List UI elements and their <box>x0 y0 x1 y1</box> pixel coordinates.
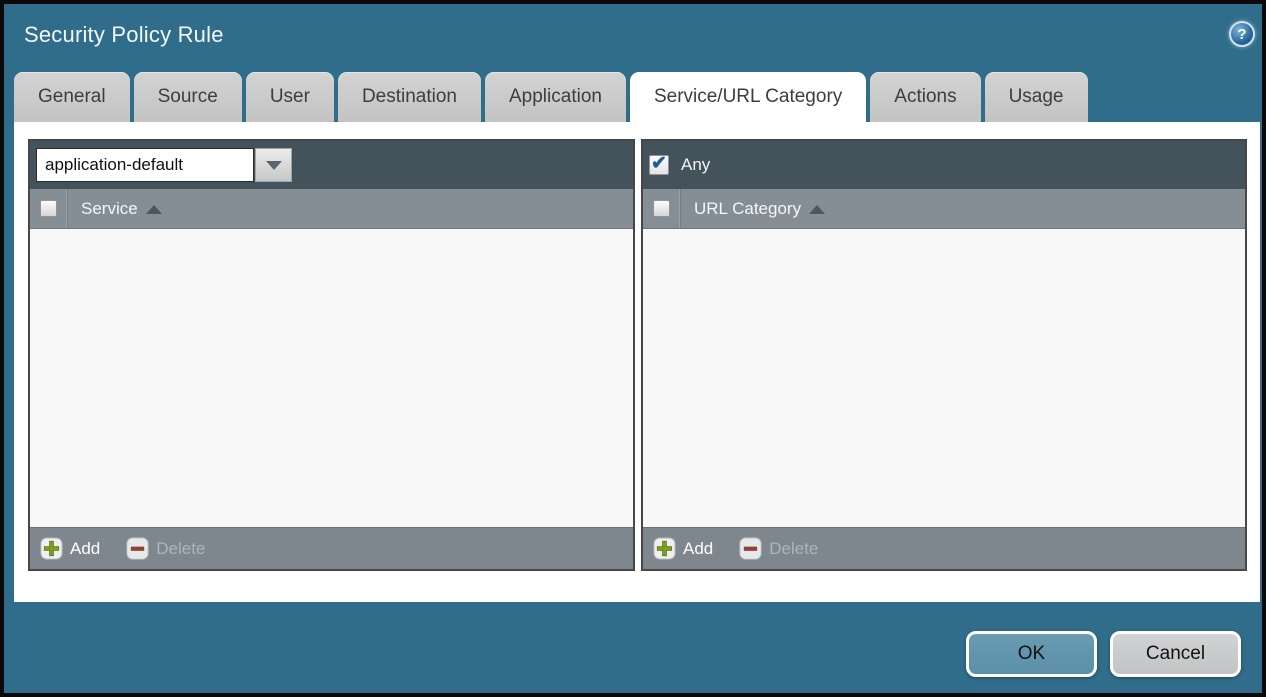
service-type-dropdown-button[interactable] <box>255 148 292 182</box>
chevron-down-icon <box>266 161 282 170</box>
tab-service-url-category[interactable]: Service/URL Category <box>630 72 866 122</box>
minus-icon <box>126 537 149 560</box>
sort-ascending-icon <box>146 205 162 214</box>
url-category-column-header[interactable]: URL Category <box>694 199 825 219</box>
service-type-input[interactable]: application-default <box>36 148 254 182</box>
tab-bar: General Source User Destination Applicat… <box>14 72 1088 122</box>
url-category-footer: Add Delete <box>643 527 1245 569</box>
tab-source[interactable]: Source <box>134 72 242 122</box>
url-category-delete-button[interactable]: Delete <box>739 537 818 560</box>
url-category-add-label: Add <box>683 539 713 559</box>
service-add-label: Add <box>70 539 100 559</box>
any-checkbox[interactable]: ✔ <box>649 155 669 175</box>
cancel-button[interactable]: Cancel <box>1110 631 1241 677</box>
service-delete-label: Delete <box>156 539 205 559</box>
security-policy-rule-dialog: Security Policy Rule ? General Source Us… <box>0 0 1266 697</box>
help-icon-glyph: ? <box>1237 26 1246 43</box>
url-category-table-header: URL Category <box>643 189 1245 229</box>
service-type-combobox: application-default <box>36 148 292 182</box>
dialog-title: Security Policy Rule <box>24 22 224 48</box>
ok-button[interactable]: OK <box>966 631 1097 677</box>
service-footer: Add Delete <box>30 527 633 569</box>
minus-icon <box>739 537 762 560</box>
service-add-button[interactable]: Add <box>40 537 100 560</box>
service-select-all-checkbox[interactable] <box>40 200 57 217</box>
url-category-select-all-checkbox[interactable] <box>653 200 670 217</box>
help-icon[interactable]: ? <box>1229 21 1255 47</box>
tab-destination[interactable]: Destination <box>338 72 481 122</box>
tab-actions[interactable]: Actions <box>870 72 980 122</box>
url-category-delete-label: Delete <box>769 539 818 559</box>
service-table-header: Service <box>30 189 633 229</box>
url-category-panel: ✔ Any URL Category <box>641 139 1247 571</box>
plus-icon <box>653 537 676 560</box>
tab-general[interactable]: General <box>14 72 130 122</box>
sort-ascending-icon <box>809 205 825 214</box>
tab-application[interactable]: Application <box>485 72 626 122</box>
service-type-value: application-default <box>45 155 183 175</box>
url-category-add-button[interactable]: Add <box>653 537 713 560</box>
url-category-toolbar: ✔ Any <box>643 141 1245 189</box>
tab-content-service-url-category: application-default Service <box>14 122 1260 602</box>
service-select-all-cell <box>30 189 67 228</box>
tab-usage[interactable]: Usage <box>985 72 1088 122</box>
url-category-list <box>643 229 1245 527</box>
service-delete-button[interactable]: Delete <box>126 537 205 560</box>
any-label: Any <box>681 155 710 175</box>
service-panel: application-default Service <box>28 139 635 571</box>
service-list <box>30 229 633 527</box>
tab-user[interactable]: User <box>246 72 334 122</box>
url-category-select-all-cell <box>643 189 680 228</box>
service-toolbar: application-default <box>30 141 633 189</box>
plus-icon <box>40 537 63 560</box>
check-icon: ✔ <box>651 154 667 173</box>
service-column-header[interactable]: Service <box>81 199 162 219</box>
